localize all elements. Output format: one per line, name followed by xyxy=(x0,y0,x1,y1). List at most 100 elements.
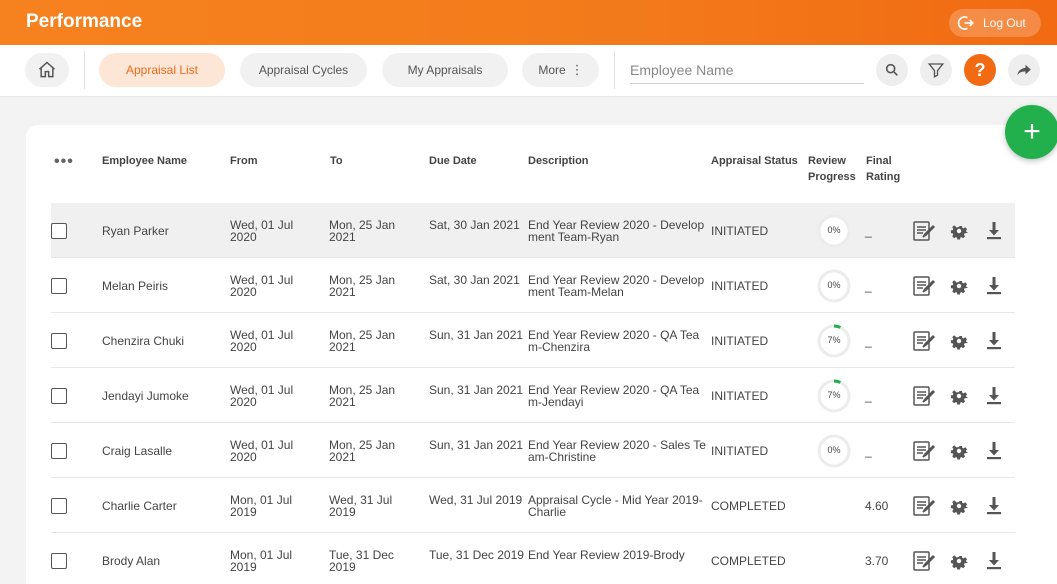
to-date: Mon, 25 Jan 2021 xyxy=(329,438,396,464)
add-appraisal-button[interactable]: + xyxy=(1005,105,1057,159)
description: End Year Review 2020 - QA Team-Jendayi xyxy=(528,383,700,409)
download-icon[interactable] xyxy=(982,494,1006,518)
final-rating: 4.60 xyxy=(865,499,889,513)
more-options-icon[interactable]: ••• xyxy=(54,153,74,171)
employee-name: Melan Peiris xyxy=(102,279,169,293)
tab-appraisal-cycles[interactable]: Appraisal Cycles xyxy=(240,53,367,87)
description: End Year Review 2020 - QA Team-Chenzira xyxy=(528,328,700,354)
download-icon[interactable] xyxy=(982,329,1006,353)
edit-icon[interactable] xyxy=(912,494,936,518)
column-header-employee-name[interactable]: Employee Name xyxy=(102,153,187,169)
column-header-final-rating[interactable]: Final Rating xyxy=(866,153,902,185)
gear-icon[interactable] xyxy=(947,329,971,353)
to-date: Mon, 25 Jan 2021 xyxy=(329,273,396,299)
help-button[interactable]: ? xyxy=(964,54,996,86)
review-progress-label: 0% xyxy=(827,225,841,235)
table-row[interactable]: Charlie Carter Mon, 01 Jul 2019 Wed, 31 Ju… xyxy=(51,478,1015,533)
edit-icon[interactable] xyxy=(912,549,936,573)
appraisal-status: COMPLETED xyxy=(711,554,786,568)
help-icon: ? xyxy=(974,59,986,80)
description: End Year Review 2020 - Sales Team-Christ… xyxy=(528,438,706,464)
edit-icon[interactable] xyxy=(912,274,936,298)
gear-icon[interactable] xyxy=(947,384,971,408)
table-row[interactable]: Chenzira Chuki Wed, 01 Jul 2020 Mon, 25 Ja… xyxy=(51,313,1015,368)
column-header-to[interactable]: To xyxy=(330,153,343,169)
table-row[interactable]: Craig Lasalle Wed, 01 Jul 2020 Mon, 25 Jan… xyxy=(51,423,1015,478)
column-header-description[interactable]: Description xyxy=(528,153,589,169)
download-icon[interactable] xyxy=(982,384,1006,408)
tab-my-appraisals[interactable]: My Appraisals xyxy=(382,53,508,87)
edit-icon[interactable] xyxy=(912,329,936,353)
row-checkbox[interactable] xyxy=(51,498,67,514)
row-checkbox[interactable] xyxy=(51,278,67,294)
tab-appraisal-list[interactable]: Appraisal List xyxy=(99,53,225,87)
from-date: Wed, 01 Jul 2020 xyxy=(230,328,294,354)
search-button[interactable] xyxy=(876,54,908,86)
tab-label: More xyxy=(538,63,566,77)
column-header-review-progress[interactable]: Review Progress xyxy=(808,153,858,185)
home-button[interactable] xyxy=(25,53,69,87)
to-date: Mon, 25 Jan 2021 xyxy=(329,218,396,244)
download-icon[interactable] xyxy=(982,274,1006,298)
column-header-from[interactable]: From xyxy=(230,153,258,169)
gear-icon[interactable] xyxy=(947,549,971,573)
share-button[interactable] xyxy=(1008,54,1040,86)
employee-name: Craig Lasalle xyxy=(102,444,173,458)
employee-name-search-input[interactable] xyxy=(630,56,864,84)
logout-button[interactable]: Log Out xyxy=(949,9,1041,37)
row-checkbox[interactable] xyxy=(51,388,67,404)
due-date: Sat, 30 Jan 2021 xyxy=(429,218,520,232)
app-header: Performance Log Out xyxy=(0,0,1057,45)
due-date: Sat, 30 Jan 2021 xyxy=(429,273,520,287)
appraisal-status: COMPLETED xyxy=(711,499,786,513)
table-row[interactable]: Brody Alan Mon, 01 Jul 2019 Tue, 31 Dec 20… xyxy=(51,533,1015,584)
final-rating: 3.70 xyxy=(865,554,889,568)
filter-button[interactable] xyxy=(920,54,952,86)
download-icon[interactable] xyxy=(982,549,1006,573)
download-icon[interactable] xyxy=(982,439,1006,463)
row-checkbox[interactable] xyxy=(51,443,67,459)
from-date: Mon, 01 Jul 2019 xyxy=(230,493,293,519)
appraisal-status: INITIATED xyxy=(711,334,769,348)
tab-more[interactable]: More ⋮ xyxy=(522,53,599,87)
gear-icon[interactable] xyxy=(947,494,971,518)
more-vertical-icon: ⋮ xyxy=(570,62,584,77)
final-rating: _ xyxy=(865,334,872,348)
gear-icon[interactable] xyxy=(947,439,971,463)
download-icon[interactable] xyxy=(982,219,1006,243)
description: Appraisal Cycle - Mid Year 2019-Charlie xyxy=(528,493,703,519)
employee-name: Brody Alan xyxy=(102,554,161,568)
edit-icon[interactable] xyxy=(912,439,936,463)
logout-icon xyxy=(957,16,974,30)
table-row[interactable]: Melan Peiris Wed, 01 Jul 2020 Mon, 25 Jan … xyxy=(51,258,1015,313)
due-date: Tue, 31 Dec 2019 xyxy=(429,548,524,562)
gear-icon[interactable] xyxy=(947,219,971,243)
to-date: Wed, 31 Jul 2019 xyxy=(329,493,393,519)
review-progress-label: 0% xyxy=(827,280,841,290)
to-date: Mon, 25 Jan 2021 xyxy=(329,328,396,354)
tab-label: Appraisal List xyxy=(125,63,199,77)
filter-icon xyxy=(927,63,945,78)
table-row[interactable]: Ryan Parker Wed, 01 Jul 2020 Mon, 25 Jan 2… xyxy=(51,203,1015,258)
edit-icon[interactable] xyxy=(912,384,936,408)
search-icon xyxy=(885,63,898,76)
table-row[interactable]: Jendayi Jumoke Wed, 01 Jul 2020 Mon, 25 Ja… xyxy=(51,368,1015,423)
app-title: Performance xyxy=(26,11,143,32)
from-date: Wed, 01 Jul 2020 xyxy=(230,273,294,299)
home-icon xyxy=(39,61,55,78)
column-header-due-date[interactable]: Due Date xyxy=(429,153,477,169)
row-checkbox[interactable] xyxy=(51,223,67,239)
description: End Year Review 2020 - Development Team-… xyxy=(528,218,705,244)
from-date: Mon, 01 Jul 2019 xyxy=(230,548,293,574)
gear-icon[interactable] xyxy=(947,274,971,298)
due-date: Sun, 31 Jan 2021 xyxy=(429,438,524,452)
review-progress-label: 0% xyxy=(827,445,841,455)
employee-name: Ryan Parker xyxy=(102,224,169,238)
employee-name: Jendayi Jumoke xyxy=(102,389,189,403)
from-date: Wed, 01 Jul 2020 xyxy=(230,383,294,409)
column-header-appraisal-status[interactable]: Appraisal Status xyxy=(711,153,798,169)
row-checkbox[interactable] xyxy=(51,553,67,569)
edit-icon[interactable] xyxy=(912,219,936,243)
appraisal-status: INITIATED xyxy=(711,224,769,238)
row-checkbox[interactable] xyxy=(51,333,67,349)
